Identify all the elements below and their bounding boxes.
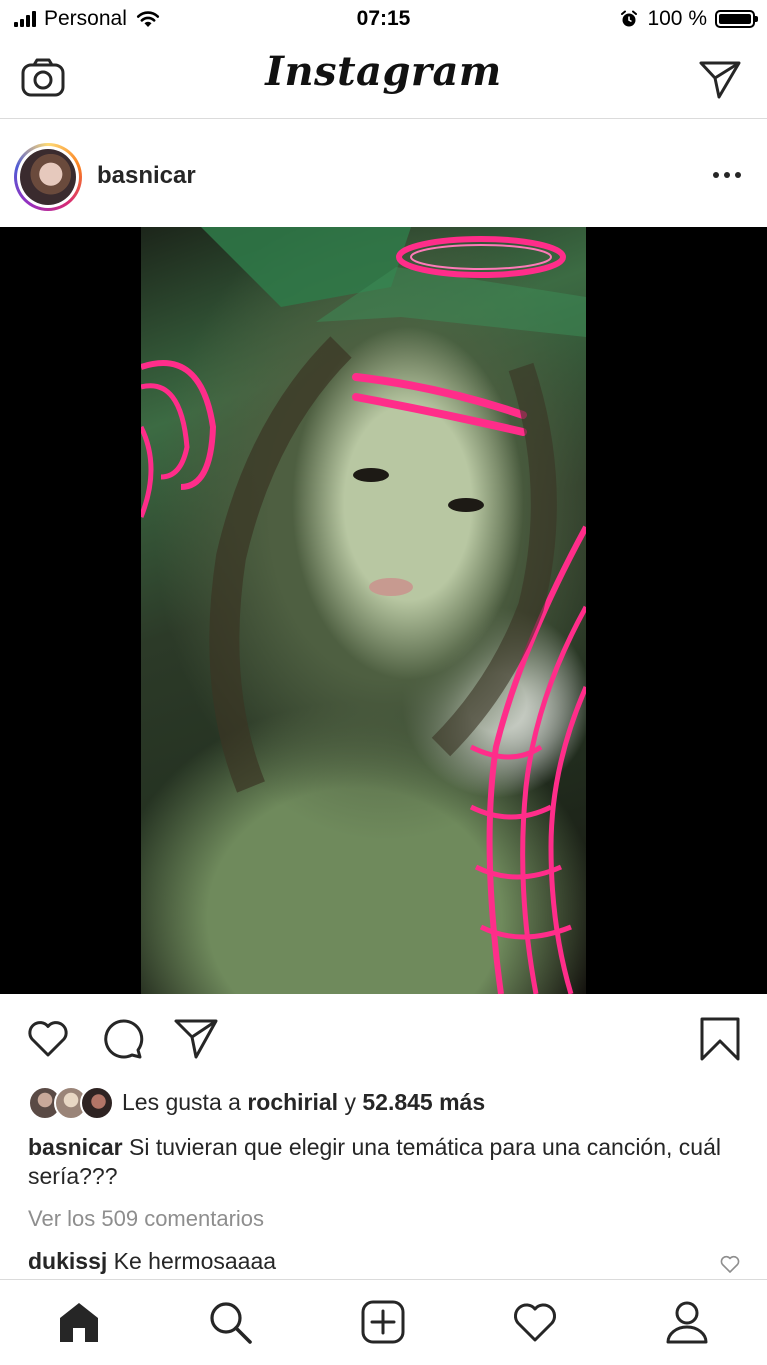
likes-row[interactable]: Les gusta a rochirial y 52.845 más	[28, 1086, 485, 1120]
heart-icon[interactable]	[24, 1015, 72, 1063]
comment-item: dukissj Ke hermosaaaa	[28, 1248, 276, 1275]
avatar-photo	[20, 149, 76, 205]
liker-avatars	[28, 1086, 116, 1120]
caption-text: Si tuvieran que elegir una temática para…	[28, 1134, 721, 1189]
neon-lights-overlay	[141, 227, 586, 994]
likes-connector: y	[344, 1088, 356, 1115]
comment-icon[interactable]	[98, 1015, 146, 1063]
battery-fill	[719, 14, 751, 24]
comment-heart-icon[interactable]	[719, 1253, 741, 1275]
status-bar: Personal 07:15 100 %	[0, 0, 767, 40]
post-header: basnicar	[0, 120, 767, 226]
activity-icon[interactable]	[511, 1298, 559, 1346]
likes-prefix: Les gusta a	[122, 1088, 241, 1115]
battery-percent: 100 %	[647, 7, 707, 30]
avatar[interactable]	[14, 143, 82, 211]
liker-avatar	[80, 1086, 114, 1120]
direct-message-icon[interactable]	[697, 56, 743, 102]
post-media[interactable]	[0, 227, 767, 994]
liker-username[interactable]: rochirial	[247, 1089, 338, 1116]
bookmark-icon[interactable]	[696, 1015, 744, 1063]
comment-text: Ke hermosaaaa	[113, 1248, 277, 1274]
app-header: Instagram	[0, 40, 767, 119]
post-username[interactable]: basnicar	[97, 162, 196, 190]
view-comments-link[interactable]: Ver los 509 comentarios	[28, 1206, 264, 1232]
battery-icon	[715, 10, 758, 28]
home-icon[interactable]	[55, 1298, 103, 1346]
status-right: 100 %	[619, 7, 758, 31]
likes-count[interactable]: 52.845 más	[362, 1089, 485, 1116]
share-icon[interactable]	[172, 1015, 220, 1063]
new-post-icon[interactable]	[359, 1298, 407, 1346]
post-photo[interactable]	[141, 227, 586, 994]
more-options-icon[interactable]	[711, 167, 743, 183]
profile-icon[interactable]	[663, 1298, 711, 1346]
alarm-icon	[621, 10, 638, 27]
tab-bar	[0, 1279, 767, 1365]
post-caption: basnicar Si tuvieran que elegir una temá…	[28, 1133, 728, 1191]
instagram-logo: Instagram	[265, 48, 502, 95]
post-actions	[0, 1000, 767, 1078]
caption-username[interactable]: basnicar	[28, 1134, 123, 1160]
comment-username[interactable]: dukissj	[28, 1248, 107, 1274]
search-icon[interactable]	[206, 1298, 254, 1346]
